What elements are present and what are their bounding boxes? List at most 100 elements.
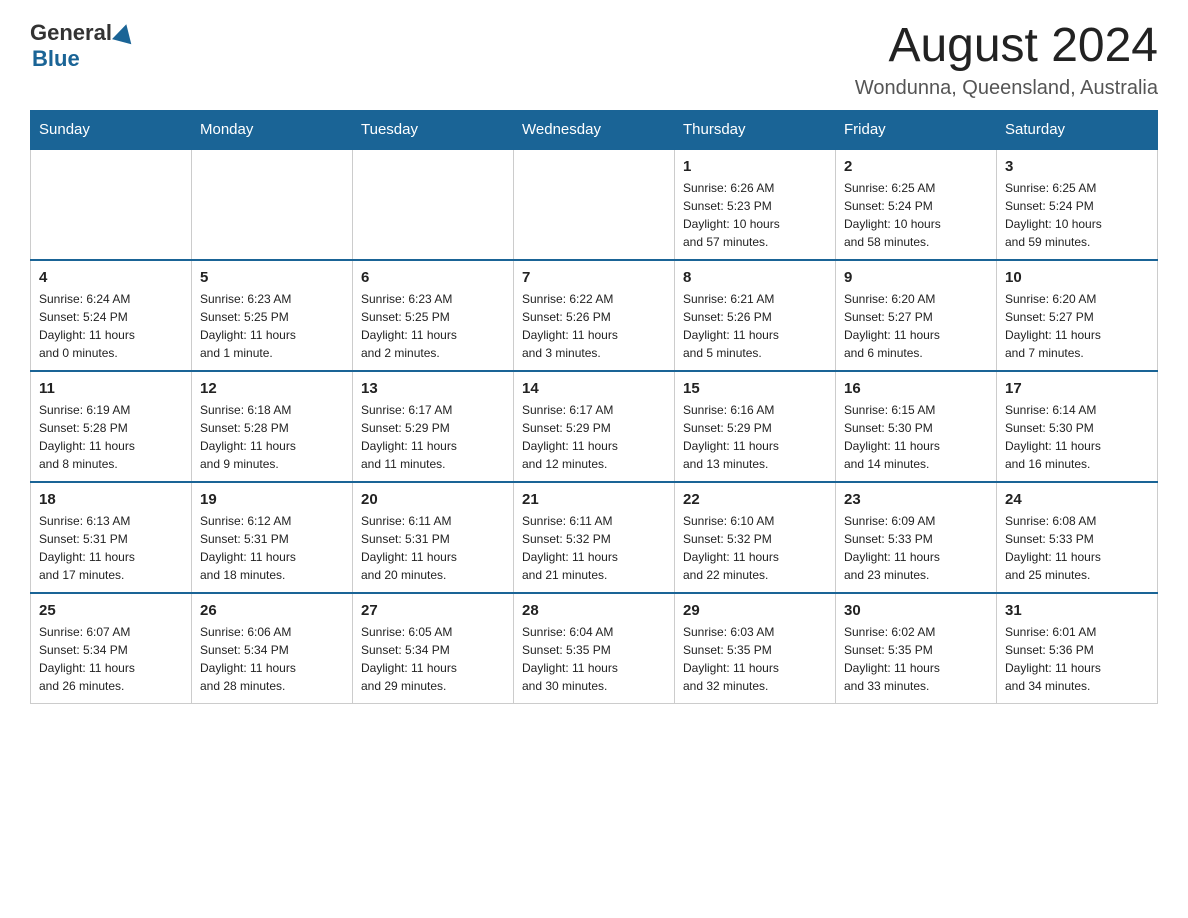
- calendar-cell: 18 Sunrise: 6:13 AMSunset: 5:31 PMDayligh…: [31, 482, 192, 593]
- day-info: Sunrise: 6:13 AMSunset: 5:31 PMDaylight:…: [39, 512, 183, 584]
- day-info: Sunrise: 6:19 AMSunset: 5:28 PMDaylight:…: [39, 401, 183, 473]
- calendar-cell: 23 Sunrise: 6:09 AMSunset: 5:33 PMDayligh…: [836, 482, 997, 593]
- day-info: Sunrise: 6:09 AMSunset: 5:33 PMDaylight:…: [844, 512, 988, 584]
- calendar-cell: 15Sunrise: 6:16 AMSunset: 5:29 PMDayligh…: [675, 371, 836, 482]
- day-number: 12: [200, 380, 344, 397]
- day-number: 14: [522, 380, 666, 397]
- day-info: Sunrise: 6:26 AMSunset: 5:23 PMDaylight:…: [683, 179, 827, 251]
- header-cell-saturday: Saturday: [997, 110, 1158, 149]
- day-number: 30: [844, 602, 988, 619]
- day-info: Sunrise: 6:04 AMSunset: 5:35 PMDaylight:…: [522, 623, 666, 695]
- calendar-cell: 5 Sunrise: 6:23 AMSunset: 5:25 PMDaylight…: [192, 260, 353, 371]
- logo-blue-text: Blue: [32, 46, 80, 72]
- day-info: Sunrise: 6:12 AMSunset: 5:31 PMDaylight:…: [200, 512, 344, 584]
- calendar-cell: 28 Sunrise: 6:04 AMSunset: 5:35 PMDayligh…: [514, 593, 675, 704]
- calendar-cell: 26Sunrise: 6:06 AMSunset: 5:34 PMDayligh…: [192, 593, 353, 704]
- logo: General Blue: [30, 20, 134, 72]
- day-number: 5: [200, 269, 344, 286]
- day-number: 2: [844, 158, 988, 175]
- calendar-cell: 13 Sunrise: 6:17 AMSunset: 5:29 PMDayligh…: [353, 371, 514, 482]
- calendar-cell: 7Sunrise: 6:22 AMSunset: 5:26 PMDaylight…: [514, 260, 675, 371]
- calendar-cell: 20Sunrise: 6:11 AMSunset: 5:31 PMDayligh…: [353, 482, 514, 593]
- calendar-cell: 2Sunrise: 6:25 AMSunset: 5:24 PMDaylight…: [836, 149, 997, 260]
- day-info: Sunrise: 6:03 AMSunset: 5:35 PMDaylight:…: [683, 623, 827, 695]
- title-area: August 2024 Wondunna, Queensland, Austra…: [855, 20, 1158, 100]
- day-number: 3: [1005, 158, 1149, 175]
- calendar-body: 1 Sunrise: 6:26 AMSunset: 5:23 PMDaylight…: [31, 149, 1158, 704]
- calendar-cell: 19Sunrise: 6:12 AMSunset: 5:31 PMDayligh…: [192, 482, 353, 593]
- header-cell-tuesday: Tuesday: [353, 110, 514, 149]
- day-info: Sunrise: 6:17 AMSunset: 5:29 PMDaylight:…: [361, 401, 505, 473]
- header-cell-friday: Friday: [836, 110, 997, 149]
- month-title: August 2024: [855, 20, 1158, 73]
- day-info: Sunrise: 6:21 AMSunset: 5:26 PMDaylight:…: [683, 290, 827, 362]
- day-number: 6: [361, 269, 505, 286]
- logo-general-text: General: [30, 20, 112, 46]
- day-number: 13: [361, 380, 505, 397]
- header-cell-wednesday: Wednesday: [514, 110, 675, 149]
- day-info: Sunrise: 6:15 AMSunset: 5:30 PMDaylight:…: [844, 401, 988, 473]
- week-row-2: 4 Sunrise: 6:24 AMSunset: 5:24 PMDaylight…: [31, 260, 1158, 371]
- week-row-3: 11 Sunrise: 6:19 AMSunset: 5:28 PMDayligh…: [31, 371, 1158, 482]
- day-number: 7: [522, 269, 666, 286]
- calendar-cell: 14 Sunrise: 6:17 AMSunset: 5:29 PMDayligh…: [514, 371, 675, 482]
- calendar-cell: 3 Sunrise: 6:25 AMSunset: 5:24 PMDaylight…: [997, 149, 1158, 260]
- calendar-cell: 22Sunrise: 6:10 AMSunset: 5:32 PMDayligh…: [675, 482, 836, 593]
- day-number: 11: [39, 380, 183, 397]
- day-info: Sunrise: 6:20 AMSunset: 5:27 PMDaylight:…: [844, 290, 988, 362]
- calendar-cell: 24 Sunrise: 6:08 AMSunset: 5:33 PMDayligh…: [997, 482, 1158, 593]
- day-number: 1: [683, 158, 827, 175]
- day-info: Sunrise: 6:11 AMSunset: 5:32 PMDaylight:…: [522, 512, 666, 584]
- calendar-cell: 25Sunrise: 6:07 AMSunset: 5:34 PMDayligh…: [31, 593, 192, 704]
- day-number: 18: [39, 491, 183, 508]
- week-row-4: 18 Sunrise: 6:13 AMSunset: 5:31 PMDayligh…: [31, 482, 1158, 593]
- day-info: Sunrise: 6:18 AMSunset: 5:28 PMDaylight:…: [200, 401, 344, 473]
- day-number: 25: [39, 602, 183, 619]
- day-number: 23: [844, 491, 988, 508]
- calendar-cell: 12 Sunrise: 6:18 AMSunset: 5:28 PMDayligh…: [192, 371, 353, 482]
- calendar-cell: 27Sunrise: 6:05 AMSunset: 5:34 PMDayligh…: [353, 593, 514, 704]
- day-number: 4: [39, 269, 183, 286]
- calendar-cell: 10Sunrise: 6:20 AMSunset: 5:27 PMDayligh…: [997, 260, 1158, 371]
- day-info: Sunrise: 6:23 AMSunset: 5:25 PMDaylight:…: [200, 290, 344, 362]
- day-number: 31: [1005, 602, 1149, 619]
- day-number: 9: [844, 269, 988, 286]
- header-cell-thursday: Thursday: [675, 110, 836, 149]
- day-info: Sunrise: 6:17 AMSunset: 5:29 PMDaylight:…: [522, 401, 666, 473]
- calendar-cell: 6 Sunrise: 6:23 AMSunset: 5:25 PMDaylight…: [353, 260, 514, 371]
- day-info: Sunrise: 6:16 AMSunset: 5:29 PMDaylight:…: [683, 401, 827, 473]
- location-subtitle: Wondunna, Queensland, Australia: [855, 77, 1158, 100]
- day-number: 8: [683, 269, 827, 286]
- calendar-cell: [514, 149, 675, 260]
- day-number: 27: [361, 602, 505, 619]
- calendar-cell: 1 Sunrise: 6:26 AMSunset: 5:23 PMDaylight…: [675, 149, 836, 260]
- calendar-cell: [353, 149, 514, 260]
- day-info: Sunrise: 6:23 AMSunset: 5:25 PMDaylight:…: [361, 290, 505, 362]
- day-info: Sunrise: 6:01 AMSunset: 5:36 PMDaylight:…: [1005, 623, 1149, 695]
- page-header: General Blue August 2024 Wondunna, Queen…: [30, 20, 1158, 100]
- header-cell-monday: Monday: [192, 110, 353, 149]
- week-row-1: 1 Sunrise: 6:26 AMSunset: 5:23 PMDaylight…: [31, 149, 1158, 260]
- calendar-cell: 21Sunrise: 6:11 AMSunset: 5:32 PMDayligh…: [514, 482, 675, 593]
- day-number: 24: [1005, 491, 1149, 508]
- day-info: Sunrise: 6:24 AMSunset: 5:24 PMDaylight:…: [39, 290, 183, 362]
- calendar-cell: 17 Sunrise: 6:14 AMSunset: 5:30 PMDayligh…: [997, 371, 1158, 482]
- day-info: Sunrise: 6:08 AMSunset: 5:33 PMDaylight:…: [1005, 512, 1149, 584]
- calendar-cell: 29Sunrise: 6:03 AMSunset: 5:35 PMDayligh…: [675, 593, 836, 704]
- header-row: SundayMondayTuesdayWednesdayThursdayFrid…: [31, 110, 1158, 149]
- calendar-cell: [31, 149, 192, 260]
- day-info: Sunrise: 6:25 AMSunset: 5:24 PMDaylight:…: [1005, 179, 1149, 251]
- day-info: Sunrise: 6:10 AMSunset: 5:32 PMDaylight:…: [683, 512, 827, 584]
- calendar-cell: 31 Sunrise: 6:01 AMSunset: 5:36 PMDayligh…: [997, 593, 1158, 704]
- calendar-cell: 8 Sunrise: 6:21 AMSunset: 5:26 PMDaylight…: [675, 260, 836, 371]
- day-info: Sunrise: 6:14 AMSunset: 5:30 PMDaylight:…: [1005, 401, 1149, 473]
- header-cell-sunday: Sunday: [31, 110, 192, 149]
- day-number: 10: [1005, 269, 1149, 286]
- calendar-cell: 30 Sunrise: 6:02 AMSunset: 5:35 PMDayligh…: [836, 593, 997, 704]
- day-info: Sunrise: 6:02 AMSunset: 5:35 PMDaylight:…: [844, 623, 988, 695]
- day-number: 28: [522, 602, 666, 619]
- calendar-cell: 11 Sunrise: 6:19 AMSunset: 5:28 PMDayligh…: [31, 371, 192, 482]
- day-number: 17: [1005, 380, 1149, 397]
- week-row-5: 25Sunrise: 6:07 AMSunset: 5:34 PMDayligh…: [31, 593, 1158, 704]
- calendar-cell: 9 Sunrise: 6:20 AMSunset: 5:27 PMDaylight…: [836, 260, 997, 371]
